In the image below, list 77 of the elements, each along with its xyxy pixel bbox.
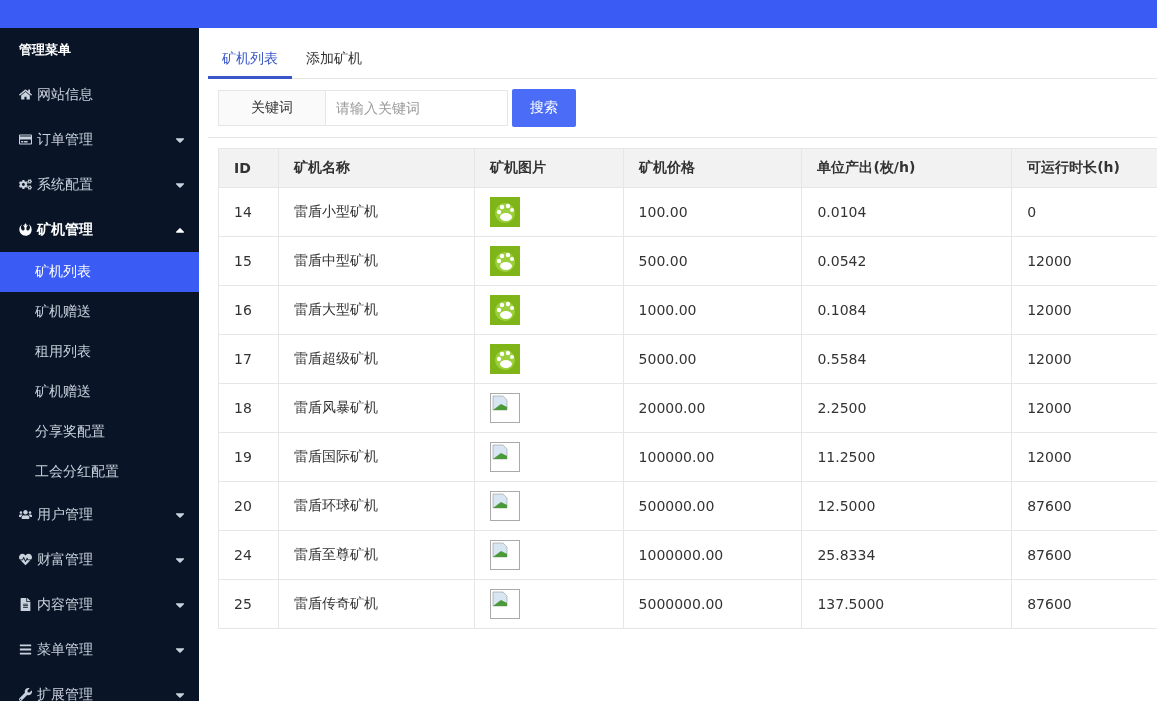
heartbeat-icon bbox=[19, 553, 32, 566]
table-cell: 1000000.00 bbox=[623, 530, 802, 580]
table-cell: 500.00 bbox=[623, 236, 802, 286]
table-cell: 雷盾超级矿机 bbox=[278, 334, 475, 384]
emblem-icon bbox=[19, 223, 32, 236]
column-header: 单位产出(枚/h) bbox=[801, 148, 1012, 188]
table-cell: 5000.00 bbox=[623, 334, 802, 384]
submenu-item[interactable]: 租用列表 bbox=[0, 332, 199, 372]
table-cell: 雷盾环球矿机 bbox=[278, 481, 475, 531]
table-cell: 雷盾传奇矿机 bbox=[278, 579, 475, 629]
card-icon bbox=[19, 133, 32, 146]
broken-image-icon bbox=[489, 589, 520, 619]
menu-item[interactable]: 矿机管理 bbox=[0, 207, 199, 252]
table-cell: 0.0104 bbox=[801, 187, 1012, 237]
column-header: 矿机价格 bbox=[623, 148, 802, 188]
column-header: 矿机名称 bbox=[278, 148, 475, 188]
menu-item[interactable]: 用户管理 bbox=[0, 492, 199, 537]
submenu-item[interactable]: 矿机赠送 bbox=[0, 292, 199, 332]
table-cell: 137.5000 bbox=[801, 579, 1012, 629]
table-cell: 0.0542 bbox=[801, 236, 1012, 286]
submenu-item[interactable]: 工会分红配置 bbox=[0, 452, 199, 492]
submenu-item[interactable]: 矿机列表 bbox=[0, 252, 199, 292]
table-cell: 19 bbox=[218, 432, 279, 482]
search-button[interactable]: 搜索 bbox=[512, 89, 576, 127]
keyword-field[interactable]: 请输入关键词 bbox=[326, 90, 508, 126]
table-cell: 雷盾至尊矿机 bbox=[278, 530, 475, 580]
table-cell: 雷盾国际矿机 bbox=[278, 432, 475, 482]
table-cell: 5000000.00 bbox=[623, 579, 802, 629]
menu-item[interactable]: 订单管理 bbox=[0, 117, 199, 162]
users-icon bbox=[19, 508, 32, 521]
column-header: 可运行时长(h) bbox=[1011, 148, 1157, 188]
field-label: 关键词 bbox=[218, 90, 326, 126]
menu-item[interactable]: 网站信息 bbox=[0, 72, 199, 117]
table-cell: 12.5000 bbox=[801, 481, 1012, 531]
menu-item[interactable]: 系统配置 bbox=[0, 162, 199, 207]
table-cell: 2.2500 bbox=[801, 383, 1012, 433]
table-cell: 0.5584 bbox=[801, 334, 1012, 384]
sidebar-title: 管理菜单 bbox=[18, 41, 72, 59]
wrench-icon bbox=[19, 688, 32, 701]
table-cell: 11.2500 bbox=[801, 432, 1012, 482]
table-cell: 25.8334 bbox=[801, 530, 1012, 580]
table-cell: 雷盾小型矿机 bbox=[278, 187, 475, 237]
table-cell: 15 bbox=[218, 236, 279, 286]
table-cell: 14 bbox=[218, 187, 279, 237]
table-cell: 18 bbox=[218, 383, 279, 433]
broken-image-icon bbox=[489, 491, 520, 521]
tab[interactable]: 添加矿机 bbox=[292, 41, 376, 79]
broken-image-icon bbox=[489, 442, 520, 472]
menu-item[interactable]: 扩展管理 bbox=[0, 672, 199, 701]
table-cell: 20000.00 bbox=[623, 383, 802, 433]
column-header: ID bbox=[218, 148, 279, 188]
table-cell: 0.1084 bbox=[801, 285, 1012, 335]
tab[interactable]: 矿机列表 bbox=[208, 41, 292, 79]
table-cell: 1000.00 bbox=[623, 285, 802, 335]
table-cell: 100.00 bbox=[623, 187, 802, 237]
table-cell: 500000.00 bbox=[623, 481, 802, 531]
submenu-item[interactable]: 矿机赠送 bbox=[0, 372, 199, 412]
table-cell: 17 bbox=[218, 334, 279, 384]
submenu-item[interactable]: 分享奖配置 bbox=[0, 412, 199, 452]
table-cell: 16 bbox=[218, 285, 279, 335]
broken-image-icon bbox=[489, 393, 520, 423]
column-header: 矿机图片 bbox=[474, 148, 624, 188]
file-icon bbox=[19, 598, 32, 611]
table-cell: 25 bbox=[218, 579, 279, 629]
menu-icon bbox=[19, 643, 32, 656]
menu-item[interactable]: 菜单管理 bbox=[0, 627, 199, 672]
table-cell: 20 bbox=[218, 481, 279, 531]
table-cell: 雷盾中型矿机 bbox=[278, 236, 475, 286]
table-cell: 100000.00 bbox=[623, 432, 802, 482]
menu-item[interactable]: 内容管理 bbox=[0, 582, 199, 627]
home-icon bbox=[19, 88, 32, 101]
table-cell: 雷盾风暴矿机 bbox=[278, 383, 475, 433]
menu-item[interactable]: 财富管理 bbox=[0, 537, 199, 582]
table-cell: 雷盾大型矿机 bbox=[278, 285, 475, 335]
table-cell: 24 bbox=[218, 530, 279, 580]
gears-icon bbox=[19, 178, 32, 191]
broken-image-icon bbox=[489, 540, 520, 570]
